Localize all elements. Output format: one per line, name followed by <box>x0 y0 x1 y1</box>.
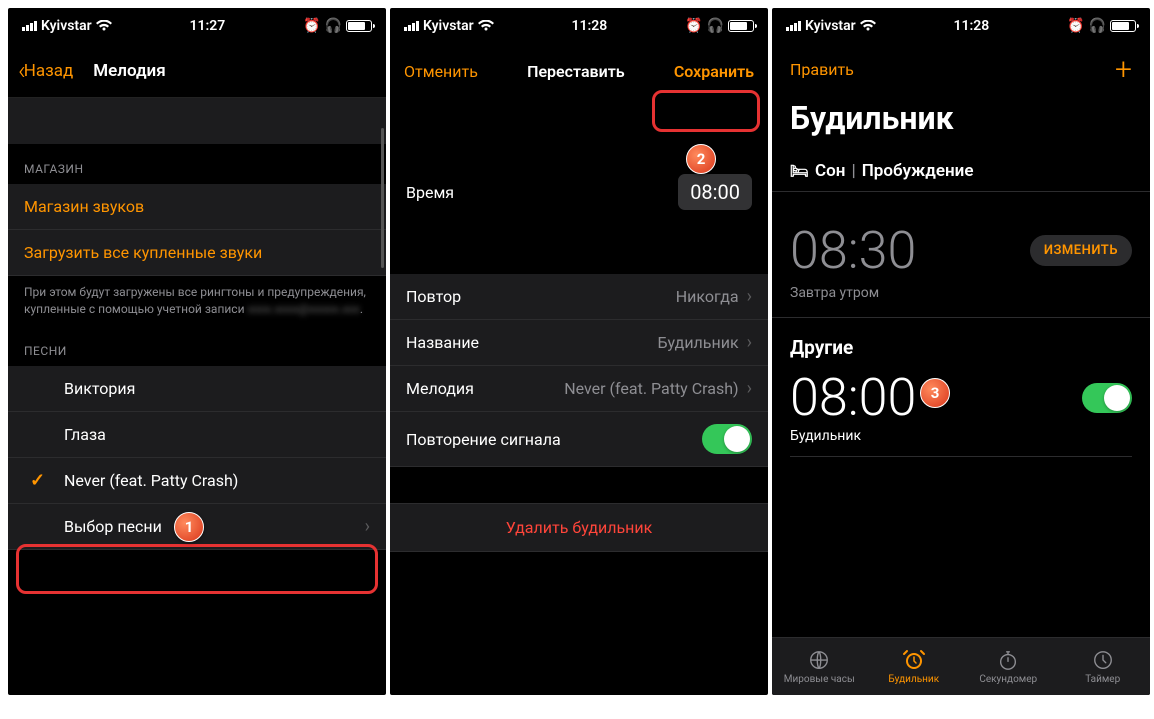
callout-2: 2 <box>686 144 716 174</box>
alarm-toggle-0[interactable] <box>1082 383 1132 413</box>
headphones-icon: 🎧 <box>1089 18 1106 34</box>
cancel-button[interactable]: Отменить <box>404 62 478 81</box>
screen-edit-alarm: Kyivstar 11:28 ⏰ 🎧 Отменить Переставить … <box>390 8 768 695</box>
headphones-icon: 🎧 <box>325 18 342 34</box>
repeat-row[interactable]: ПовторНикогда› <box>390 274 768 320</box>
checkmark-icon: ✓ <box>30 470 45 491</box>
carrier-label: Kyivstar <box>423 18 474 34</box>
section-store: МАГАЗИН <box>8 144 386 184</box>
battery-icon <box>1110 20 1136 32</box>
screen-alarms-list: Kyivstar 11:28 ⏰ 🎧 Править + Будильник 🛏… <box>772 8 1150 695</box>
download-link[interactable]: Загрузить все купленные звуки <box>8 230 386 276</box>
edit-button[interactable]: Править <box>790 60 854 79</box>
edit-bar: Править + <box>772 44 1150 95</box>
timer-icon <box>1091 648 1115 672</box>
status-time: 11:28 <box>571 18 607 34</box>
nav-header: ‹ Назад Мелодия <box>8 44 386 98</box>
vibration-row-partial[interactable] <box>8 98 386 144</box>
headphones-icon: 🎧 <box>707 18 724 34</box>
change-button[interactable]: ИЗМЕНИТЬ <box>1030 235 1132 266</box>
wifi-icon <box>96 20 112 32</box>
sound-row[interactable]: МелодияNever (feat. Patty Crash)› <box>390 366 768 412</box>
signal-icon <box>22 21 37 31</box>
snooze-toggle[interactable] <box>702 424 752 454</box>
tab-timer[interactable]: Таймер <box>1056 638 1151 695</box>
tab-stopwatch[interactable]: Секундомер <box>961 638 1056 695</box>
sleep-time: 08:30 <box>790 220 916 281</box>
store-link[interactable]: Магазин звуков <box>8 184 386 230</box>
name-row[interactable]: НазваниеБудильник› <box>390 320 768 366</box>
chevron-right-icon: › <box>747 286 752 307</box>
tab-world-clock[interactable]: Мировые часы <box>772 638 867 695</box>
song-item-0[interactable]: Виктория <box>8 366 386 412</box>
tab-alarm[interactable]: Будильник <box>867 638 962 695</box>
modal-nav: Отменить Переставить Сохранить <box>390 44 768 98</box>
callout-3: 3 <box>920 378 950 408</box>
globe-icon <box>807 648 831 672</box>
tomorrow-label: Завтра утром <box>772 281 1150 318</box>
alarm-clock-icon <box>902 648 926 672</box>
snooze-row: Повторение сигнала <box>390 412 768 467</box>
chevron-right-icon: › <box>747 332 752 353</box>
tab-bar: Мировые часы Будильник Секундомер Таймер <box>772 637 1150 695</box>
chevron-right-icon: › <box>365 516 370 537</box>
alarm-icon: ⏰ <box>685 18 702 34</box>
sleep-section-header: 🛏 Сон|Пробуждение <box>772 151 1150 192</box>
song-item-selected[interactable]: ✓ Never (feat. Patty Crash) <box>8 458 386 504</box>
carrier-label: Kyivstar <box>805 18 856 34</box>
delete-alarm-button[interactable]: Удалить будильник <box>390 503 768 552</box>
status-time: 11:28 <box>953 18 989 34</box>
section-songs: ПЕСНИ <box>8 326 386 366</box>
status-bar: Kyivstar 11:28 ⏰ 🎧 <box>390 8 768 44</box>
time-value[interactable]: 08:00 <box>678 174 752 210</box>
alarm-icon: ⏰ <box>303 18 320 34</box>
battery-icon <box>728 20 754 32</box>
screen-melody: Kyivstar 11:27 ⏰ 🎧 ‹ Назад Мелодия МАГАЗ… <box>8 8 386 695</box>
save-button[interactable]: Сохранить <box>674 62 754 81</box>
carrier-label: Kyivstar <box>41 18 92 34</box>
bed-icon: 🛏 <box>790 162 809 180</box>
add-alarm-button[interactable]: + <box>1115 52 1132 87</box>
back-button[interactable]: ‹ Назад <box>18 56 73 86</box>
status-bar: Kyivstar 11:28 ⏰ 🎧 <box>772 8 1150 44</box>
callout-1: 1 <box>174 512 204 542</box>
song-item-1[interactable]: Глаза <box>8 412 386 458</box>
status-time: 11:27 <box>189 18 225 34</box>
alarm-icon: ⏰ <box>1067 18 1084 34</box>
chevron-right-icon: › <box>747 378 752 399</box>
stopwatch-icon <box>996 648 1020 672</box>
signal-icon <box>404 21 419 31</box>
sleep-alarm-row: 08:30 ИЗМЕНИТЬ <box>772 192 1150 281</box>
page-title: Будильник <box>772 95 1150 151</box>
store-footer: При этом будут загружены все рингтоны и … <box>8 276 386 326</box>
modal-title: Переставить <box>527 62 625 81</box>
alarm-time-0: 08:00 <box>790 367 916 428</box>
scrollbar[interactable] <box>381 128 384 268</box>
alarm-row-0[interactable]: 08:00 <box>772 363 1150 428</box>
nav-title: Мелодия <box>93 61 165 81</box>
annotation-highlight-1 <box>16 544 378 594</box>
wifi-icon <box>478 20 494 32</box>
battery-icon <box>346 20 372 32</box>
wifi-icon <box>860 20 876 32</box>
other-section: Другие <box>772 318 1150 363</box>
status-bar: Kyivstar 11:27 ⏰ 🎧 <box>8 8 386 44</box>
signal-icon <box>786 21 801 31</box>
alarm-label-0: Будильник <box>772 428 1150 456</box>
